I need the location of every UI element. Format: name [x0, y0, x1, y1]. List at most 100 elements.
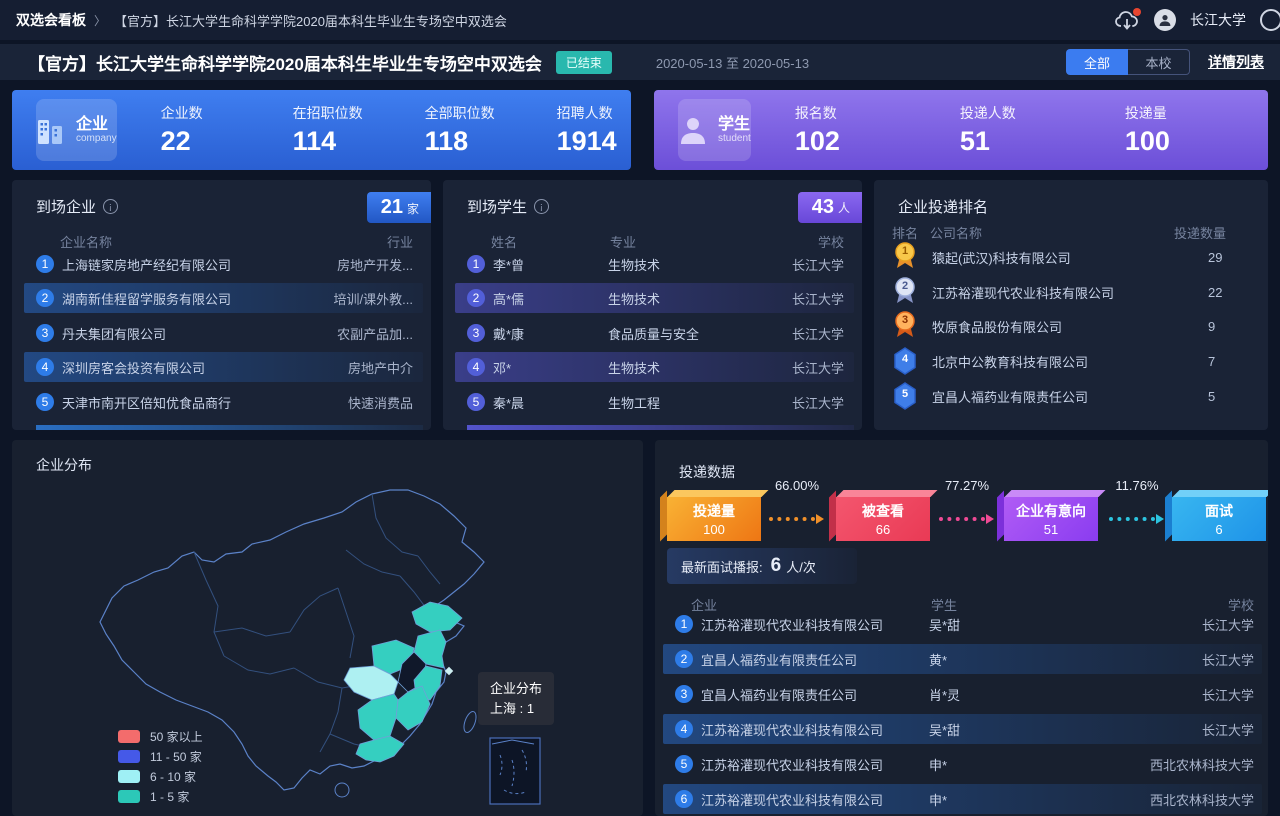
table-row: 2 江苏裕灌现代农业科技有限公司 22: [874, 275, 1268, 309]
stat-applicant-count: 投递人数51: [960, 103, 1125, 157]
toggle-all-button[interactable]: 全部: [1066, 49, 1128, 75]
status-badge: 已结束: [556, 51, 612, 74]
table-row: 1 上海链家房地产经纪有限公司 房地产开发...: [24, 249, 423, 279]
company-card-label: 企业: [76, 116, 117, 134]
info-icon[interactable]: [103, 199, 118, 214]
stat-signup-count: 报名数102: [795, 103, 960, 157]
funnel-arrow: [769, 514, 824, 524]
funnel-rate: 66.00%: [767, 478, 827, 493]
funnel-stage-viewed: 被查看66: [836, 497, 930, 541]
companies-count-badge: 21家: [367, 192, 431, 223]
attending-companies-panel: 到场企业 21家 企业名称 行业 1 上海链家房地产经纪有限公司 房地产开发..…: [12, 180, 431, 430]
breadcrumb-separator: 〉: [94, 12, 106, 29]
legend-swatch: [118, 770, 140, 783]
dashboard-page: 双选会看板 〉 【官方】长江大学生命科学学院2020届本科生毕业生专场空中双选会…: [0, 0, 1280, 816]
funnel-rate: 11.76%: [1107, 478, 1167, 493]
user-name[interactable]: 长江大学: [1190, 10, 1246, 30]
stat-all-positions: 全部职位数118: [425, 103, 557, 157]
attending-students-panel: 到场学生 43人 姓名 专业 学校 1 李*曾 生物技术 长江大学 2 高*儒 …: [443, 180, 862, 430]
company-card-sublabel: company: [76, 133, 117, 144]
hainan-outline: [335, 783, 349, 797]
table-row: 5 宜昌人福药业有限责任公司 5: [874, 379, 1268, 413]
delivery-title: 投递数据: [679, 462, 735, 482]
funnel-arrow: [1109, 514, 1164, 524]
company-icon-box: 企业 company: [36, 99, 117, 161]
legend-swatch: [118, 750, 140, 763]
company-distribution-panel: 企业分布: [12, 440, 643, 816]
gold-medal-icon: 1: [892, 242, 918, 272]
funnel-stage-interview: 面试6: [1172, 497, 1266, 541]
company-ranking-panel: 企业投递排名 排名 公司名称 投递数量 1 猿起(武汉)科技有限公司 29 2 …: [874, 180, 1268, 430]
table-row: 4 邓* 生物技术 长江大学: [455, 352, 854, 382]
table-row: 4 深圳房客会投资有限公司 房地产中介: [24, 352, 423, 382]
funnel-arrow: [939, 514, 994, 524]
toggle-school-button[interactable]: 本校: [1128, 49, 1190, 75]
avatar[interactable]: [1154, 9, 1176, 31]
scrolling-row-hint: [36, 425, 423, 430]
funnel-stage-interested: 企业有意向51: [1004, 497, 1098, 541]
date-range: 2020-05-13 至 2020-05-13: [656, 53, 809, 72]
scope-toggle: 全部 本校: [1066, 49, 1190, 75]
table-row: 2 湖南新佳程留学服务有限公司 培训/课外教...: [24, 283, 423, 313]
table-row: 5 天津市南开区倍知优食品商行 快速消费品: [24, 387, 423, 417]
rank-4-hexagon-icon: 4: [892, 346, 918, 376]
table-row: 5 秦*晨 生物工程 长江大学: [455, 387, 854, 417]
table-row: 2 高*儒 生物技术 长江大学: [455, 283, 854, 313]
interview-broadcast: 最新面试播报: 6 人/次: [667, 548, 857, 584]
student-card-sublabel: student: [718, 133, 751, 144]
stat-open-positions: 在招职位数114: [293, 103, 425, 157]
student-card-label: 学生: [718, 116, 751, 134]
legend-swatch: [118, 730, 140, 743]
info-icon[interactable]: [534, 199, 549, 214]
silver-medal-icon: 2: [892, 277, 918, 307]
table-row: 3 丹夫集团有限公司 农副产品加...: [24, 318, 423, 348]
south-china-sea-inset: [490, 738, 540, 804]
company-stat-card: 企业 company 企业数22 在招职位数114 全部职位数118 招聘人数1…: [12, 90, 631, 170]
breadcrumb-page: 【官方】长江大学生命科学学院2020届本科生毕业生专场空中双选会: [114, 11, 507, 30]
table-row: 1 江苏裕灌现代农业科技有限公司 吴*甜 长江大学: [663, 609, 1262, 639]
table-row: 6 江苏裕灌现代农业科技有限公司 申* 西北农林科技大学: [663, 784, 1262, 814]
page-title: 【官方】长江大学生命科学学院2020届本科生毕业生专场空中双选会: [28, 50, 542, 75]
scrolling-row-hint: [467, 425, 854, 430]
map-tooltip: 企业分布 上海 : 1: [478, 672, 554, 725]
help-icon[interactable]: [1260, 9, 1280, 31]
fair-header: 【官方】长江大学生命科学学院2020届本科生毕业生专场空中双选会 已结束 202…: [0, 44, 1280, 80]
tooltip-title: 企业分布: [490, 679, 542, 699]
table-row: 4 江苏裕灌现代农业科技有限公司 吴*甜 长江大学: [663, 714, 1262, 744]
attending-companies-title: 到场企业: [36, 196, 96, 217]
top-bar: 双选会看板 〉 【官方】长江大学生命科学学院2020届本科生毕业生专场空中双选会…: [0, 0, 1280, 40]
table-row: 3 戴*康 食品质量与安全 长江大学: [455, 318, 854, 348]
bronze-medal-icon: 3: [892, 311, 918, 341]
table-row: 2 宜昌人福药业有限责任公司 黄* 长江大学: [663, 644, 1262, 674]
table-row: 1 李*曾 生物技术 长江大学: [455, 249, 854, 279]
delivery-data-panel: 投递数据 投递量100 66.00% 被查看66 77.27% 企业有意向51 …: [655, 440, 1268, 816]
map-legend: 50 家以上 11 - 50 家 6 - 10 家 1 - 5 家: [118, 726, 203, 806]
company-ranking-title: 企业投递排名: [898, 196, 988, 217]
person-icon: [678, 114, 708, 146]
legend-item: 6 - 10 家: [118, 766, 203, 786]
table-row: 4 北京中公教育科技有限公司 7: [874, 344, 1268, 378]
table-row: 1 猿起(武汉)科技有限公司 29: [874, 240, 1268, 274]
funnel-rate: 77.27%: [937, 478, 997, 493]
funnel-stage-delivered: 投递量100: [667, 497, 761, 541]
attending-students-title: 到场学生: [467, 196, 527, 217]
notification-badge: [1133, 8, 1141, 16]
students-count-badge: 43人: [798, 192, 862, 223]
cloud-download-icon[interactable]: [1114, 9, 1140, 31]
legend-item: 1 - 5 家: [118, 786, 203, 806]
table-row: 3 宜昌人福药业有限责任公司 肖*灵 长江大学: [663, 679, 1262, 709]
stat-delivery-count: 投递量100: [1125, 103, 1280, 157]
legend-item: 50 家以上: [118, 726, 203, 746]
legend-item: 11 - 50 家: [118, 746, 203, 766]
table-row: 5 江苏裕灌现代农业科技有限公司 申* 西北农林科技大学: [663, 749, 1262, 779]
breadcrumb-root[interactable]: 双选会看板: [16, 10, 86, 30]
detail-list-link[interactable]: 详情列表: [1208, 52, 1264, 72]
legend-swatch: [118, 790, 140, 803]
rank-5-hexagon-icon: 5: [892, 381, 918, 411]
taiwan-outline: [462, 710, 479, 734]
tooltip-value: 上海 : 1: [490, 699, 542, 719]
table-row: 3 牧原食品股份有限公司 9: [874, 309, 1268, 343]
student-stat-card: 学生 student 报名数102 投递人数51 投递量100: [654, 90, 1268, 170]
stat-company-count: 企业数22: [161, 103, 293, 157]
buildings-icon: [36, 114, 66, 146]
